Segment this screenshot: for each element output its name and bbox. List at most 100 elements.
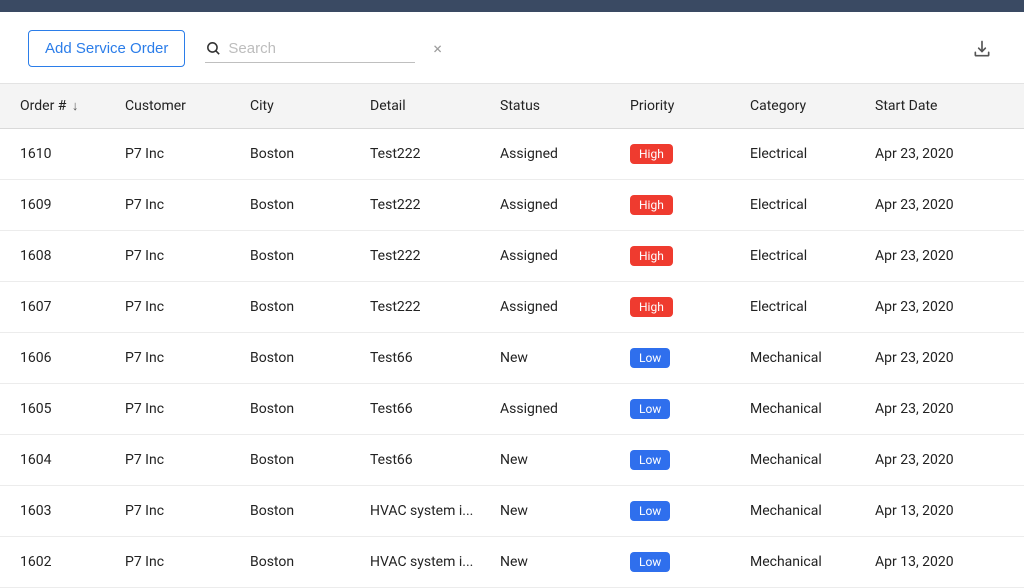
cell-category: Electrical (750, 146, 875, 162)
table-row[interactable]: 1605P7 IncBostonTest66AssignedLow Mechani… (0, 384, 1024, 435)
search-field[interactable]: × (205, 35, 415, 63)
cell-detail: Test222 (370, 197, 500, 213)
download-button[interactable] (968, 35, 996, 63)
priority-badge: Low (630, 552, 670, 572)
cell-detail: Test66 (370, 401, 500, 417)
cell-priority: Low (630, 450, 750, 470)
table-row[interactable]: 1609P7 IncBostonTest222AssignedHigh Elect… (0, 180, 1024, 231)
cell-order: 1606 (0, 350, 125, 366)
table-row[interactable]: 1604P7 IncBostonTest66NewLow MechanicalAp… (0, 435, 1024, 486)
cell-order: 1609 (0, 197, 125, 213)
cell-city: Boston (250, 350, 370, 366)
cell-status: Assigned (500, 248, 630, 264)
cell-customer: P7 Inc (125, 146, 250, 162)
cell-detail: Test222 (370, 248, 500, 264)
table-row[interactable]: 1603P7 IncBostonHVAC system i...NewLow Me… (0, 486, 1024, 537)
table-row[interactable]: 1610P7 IncBostonTest222AssignedHighElect… (0, 129, 1024, 180)
priority-badge: Low (630, 399, 670, 419)
cell-customer: P7 Inc (125, 248, 250, 264)
priority-badge: Low (630, 450, 670, 470)
add-service-order-button[interactable]: Add Service Order (28, 30, 185, 67)
cell-start-date: Apr 23, 2020 (875, 401, 1005, 417)
cell-start-date: Apr 23, 2020 (875, 197, 1005, 213)
col-header-customer[interactable]: Customer (125, 98, 250, 114)
cell-status: New (500, 503, 630, 519)
col-header-order[interactable]: Order # ↓ (0, 98, 125, 114)
cell-order: 1603 (0, 503, 125, 519)
priority-badge: Low (630, 501, 670, 521)
clear-search-icon[interactable]: × (433, 39, 442, 58)
table-row[interactable]: 1607P7 IncBostonTest222AssignedHighElect… (0, 282, 1024, 333)
cell-order: 1607 (0, 299, 125, 315)
table-row[interactable]: 1602P7 IncBostonHVAC system i...NewLowMe… (0, 537, 1024, 588)
cell-category: Mechanical (750, 503, 875, 519)
cell-status: Assigned (500, 197, 630, 213)
cell-customer: P7 Inc (125, 350, 250, 366)
table-header-row: Order # ↓ Customer City Detail Status Pr… (0, 83, 1024, 129)
cell-order: 1610 (0, 146, 125, 162)
cell-start-date: Apr 13, 2020 (875, 554, 1005, 570)
cell-category: Electrical (750, 248, 875, 264)
cell-start-date: Apr 23, 2020 (875, 452, 1005, 468)
cell-order: 1604 (0, 452, 125, 468)
cell-detail: HVAC system i... (370, 554, 500, 570)
table-row[interactable]: 1608P7 IncBostonTest222AssignedHighElect… (0, 231, 1024, 282)
cell-city: Boston (250, 401, 370, 417)
cell-city: Boston (250, 452, 370, 468)
priority-badge: High (630, 246, 673, 266)
search-icon (205, 40, 222, 57)
priority-badge: High (630, 144, 673, 164)
col-header-detail[interactable]: Detail (370, 98, 500, 114)
col-header-status[interactable]: Status (500, 98, 630, 114)
priority-badge: Low (630, 348, 670, 368)
cell-start-date: Apr 23, 2020 (875, 146, 1005, 162)
cell-priority: Low (630, 552, 750, 572)
priority-badge: High (630, 195, 673, 215)
col-header-start-date[interactable]: Start Date (875, 98, 1005, 114)
cell-customer: P7 Inc (125, 452, 250, 468)
cell-priority: Low (630, 399, 750, 419)
col-header-city[interactable]: City (250, 98, 370, 114)
cell-status: Assigned (500, 146, 630, 162)
cell-priority: Low (630, 501, 750, 521)
cell-detail: HVAC system i... (370, 503, 500, 519)
cell-start-date: Apr 13, 2020 (875, 503, 1005, 519)
cell-detail: Test66 (370, 350, 500, 366)
cell-status: Assigned (500, 401, 630, 417)
download-icon (972, 39, 992, 59)
priority-badge: High (630, 297, 673, 317)
search-input[interactable] (228, 40, 427, 57)
cell-city: Boston (250, 197, 370, 213)
cell-start-date: Apr 23, 2020 (875, 248, 1005, 264)
cell-start-date: Apr 23, 2020 (875, 299, 1005, 315)
cell-order: 1605 (0, 401, 125, 417)
cell-detail: Test222 (370, 299, 500, 315)
col-header-category[interactable]: Category (750, 98, 875, 114)
cell-city: Boston (250, 248, 370, 264)
cell-detail: Test66 (370, 452, 500, 468)
cell-customer: P7 Inc (125, 299, 250, 315)
toolbar: Add Service Order × (0, 12, 1024, 83)
cell-detail: Test222 (370, 146, 500, 162)
col-header-priority[interactable]: Priority (630, 98, 750, 114)
cell-priority: Low (630, 348, 750, 368)
cell-city: Boston (250, 503, 370, 519)
cell-customer: P7 Inc (125, 401, 250, 417)
cell-customer: P7 Inc (125, 503, 250, 519)
cell-status: New (500, 452, 630, 468)
cell-category: Mechanical (750, 452, 875, 468)
cell-customer: P7 Inc (125, 197, 250, 213)
sort-desc-icon: ↓ (72, 99, 79, 114)
cell-category: Mechanical (750, 401, 875, 417)
cell-status: New (500, 350, 630, 366)
cell-priority: High (630, 246, 750, 266)
cell-order: 1602 (0, 554, 125, 570)
table-row[interactable]: 1606P7 IncBostonTest66NewLowMechanicalAp… (0, 333, 1024, 384)
table-body: 1610P7 IncBostonTest222AssignedHighElect… (0, 129, 1024, 588)
cell-category: Electrical (750, 197, 875, 213)
cell-category: Electrical (750, 299, 875, 315)
cell-status: Assigned (500, 299, 630, 315)
cell-start-date: Apr 23, 2020 (875, 350, 1005, 366)
cell-customer: P7 Inc (125, 554, 250, 570)
cell-city: Boston (250, 554, 370, 570)
